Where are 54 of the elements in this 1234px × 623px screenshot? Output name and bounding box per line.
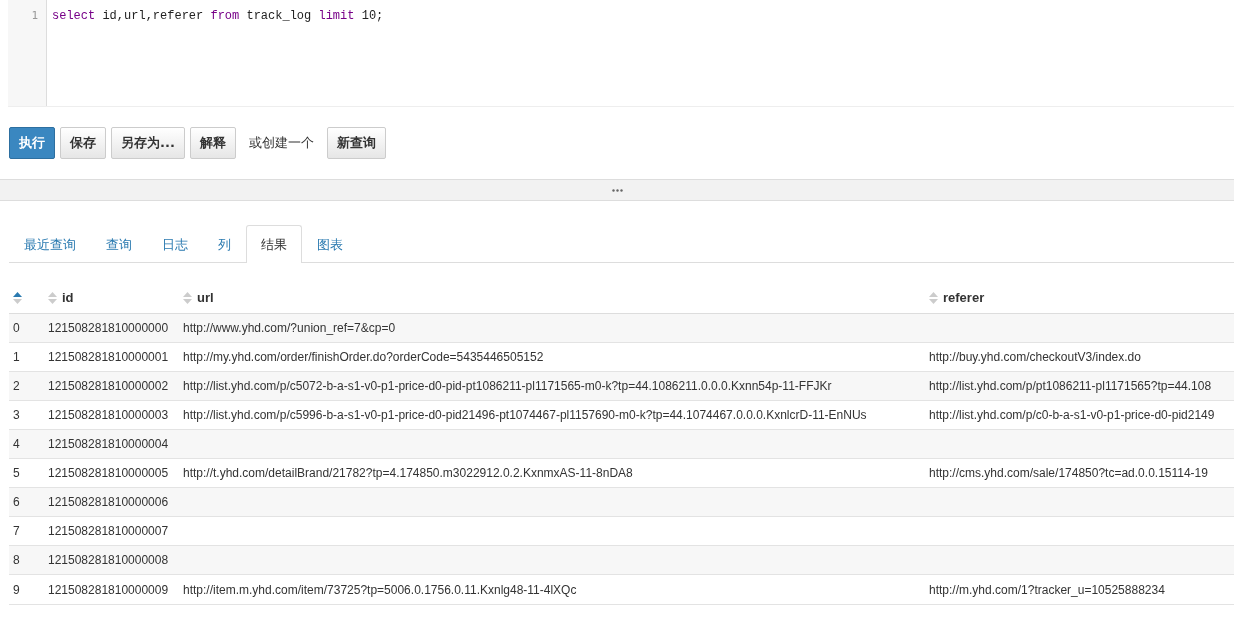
- table-cell: http://list.yhd.com/p/c0-b-a-s1-v0-p1-price-d0-pid2149: [929, 408, 1215, 422]
- code-line: select id,url,referer from track_log limit 10;: [52, 9, 385, 23]
- tab[interactable]: 结果: [246, 225, 302, 263]
- table-cell: 121508281810000007: [48, 524, 169, 538]
- table-cell: http://cms.yhd.com/sale/174850?tc=ad.0.0.15114-19: [929, 466, 1208, 480]
- column-header[interactable]: id: [62, 290, 74, 306]
- table-cell: 121508281810000005: [48, 466, 169, 480]
- table-cell: http://m.yhd.com/1?tracker_u=10525888234: [929, 582, 1165, 597]
- row-index: 9: [13, 582, 20, 597]
- row-index: 5: [13, 466, 20, 480]
- toolbar-button[interactable]: 解释: [189, 127, 236, 159]
- sort-ascending-icon[interactable]: [13, 290, 22, 305]
- column-header[interactable]: url: [197, 290, 214, 306]
- sort-icon[interactable]: [929, 290, 938, 305]
- column-header[interactable]: referer: [943, 290, 985, 306]
- table-cell: http://list.yhd.com/p/c5072-b-a-s1-v0-p1-price-d0-pid-pt1086211-pl1171565-m0-k?tp=44.1086211.0.0.0.Kxnn54p-11-FFJKr: [183, 379, 832, 393]
- tab[interactable]: 图表: [302, 225, 358, 263]
- tab[interactable]: 查询: [91, 225, 147, 263]
- table-cell: 121508281810000002: [48, 379, 169, 393]
- table-cell: 121508281810000004: [48, 437, 169, 451]
- table-cell: 121508281810000006: [48, 495, 169, 509]
- toolbar-button[interactable]: 保存: [60, 127, 106, 159]
- row-index: 4: [13, 437, 20, 451]
- table-cell: http://list.yhd.com/p/c5996-b-a-s1-v0-p1-price-d0-pid21496-pt1074467-pl1157690-m0-k?tp=44.1074467.0.0.0.KxnlcrD-11-EnNUs: [183, 408, 867, 422]
- table-cell: 121508281810000001: [48, 350, 169, 364]
- table-cell: http://t.yhd.com/detailBrand/21782?tp=4.174850.m3022912.0.2.KxnmxAS-11-8nDA8: [183, 466, 633, 480]
- table-cell: http://list.yhd.com/p/pt1086211-pl1171565?tp=44.108: [929, 379, 1212, 393]
- row-index: 8: [13, 553, 20, 567]
- drag-handle-icon[interactable]: [611, 188, 623, 192]
- sql-editor[interactable]: 1 select id,url,referer from track_log limit 10;: [8, 0, 1234, 107]
- toolbar-label: 或创建一个: [247, 134, 315, 152]
- sort-icon[interactable]: [183, 290, 192, 305]
- table-cell: http://my.yhd.com/order/finishOrder.do?orderCode=5435446505152: [183, 350, 544, 364]
- table-cell: 121508281810000008: [48, 553, 169, 567]
- row-index: 7: [13, 524, 20, 538]
- table-cell: http://buy.yhd.com/checkoutV3/index.do: [929, 350, 1141, 364]
- table-cell: http://www.yhd.com/?union_ref=7&cp=0: [183, 321, 396, 335]
- table-cell: http://item.m.yhd.com/item/73725?tp=5006.0.1756.0.11.Kxnlg48-11-4lXQc: [183, 582, 577, 597]
- execute-button[interactable]: 执行: [9, 127, 55, 159]
- table-cell: 121508281810000000: [48, 321, 169, 335]
- row-index: 3: [13, 408, 20, 422]
- line-number: 1: [30, 9, 38, 22]
- sort-icon[interactable]: [48, 290, 57, 305]
- row-index: 2: [13, 379, 20, 393]
- tab[interactable]: 最近查询: [9, 225, 91, 263]
- row-index: 6: [13, 495, 20, 509]
- table-cell: 121508281810000003: [48, 408, 169, 422]
- toolbar-button[interactable]: 新查询: [326, 127, 386, 159]
- table-cell: 121508281810000009: [48, 582, 169, 597]
- toolbar-button[interactable]: 另存为...: [111, 127, 185, 159]
- tab[interactable]: 日志: [147, 225, 203, 263]
- row-index: 1: [13, 350, 20, 364]
- row-index: 0: [13, 321, 20, 335]
- tab[interactable]: 列: [203, 225, 246, 263]
